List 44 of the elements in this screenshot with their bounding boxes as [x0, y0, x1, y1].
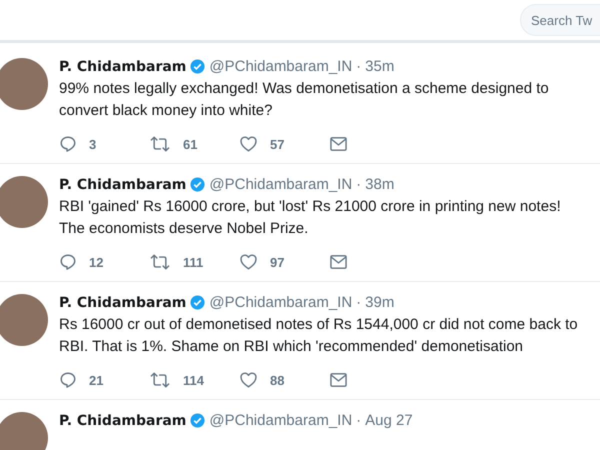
user-name[interactable]: P. Chidambaram — [59, 412, 186, 428]
tweet-time[interactable]: Aug 27 — [365, 412, 413, 429]
envelope-icon[interactable] — [329, 254, 348, 270]
avatar-photo-placeholder[interactable] — [0, 294, 48, 346]
heart-icon[interactable] — [239, 371, 258, 389]
envelope-icon[interactable] — [329, 136, 348, 152]
user-name[interactable]: P. Chidambaram — [59, 294, 186, 310]
separator-dot: · — [356, 58, 362, 75]
separator-dot: · — [356, 176, 362, 193]
retweet-count: 114 — [183, 372, 204, 388]
tweet-time[interactable]: 35m — [365, 58, 394, 75]
reply-count: 12 — [89, 254, 104, 270]
search-field[interactable]: Search Tw — [520, 4, 600, 36]
avatar-photo-placeholder[interactable] — [0, 176, 48, 228]
heart-icon[interactable] — [239, 135, 258, 153]
user-handle[interactable]: @PChidambaram_IN — [209, 58, 352, 75]
reply-icon[interactable] — [59, 253, 77, 271]
avatar-photo-placeholder[interactable] — [0, 58, 48, 110]
like-count: 97 — [270, 254, 284, 270]
user-name[interactable]: P. Chidambaram — [59, 176, 186, 192]
separator-dot: · — [356, 294, 362, 311]
retweet-icon[interactable] — [149, 135, 171, 153]
separator-dot: · — [356, 412, 362, 429]
retweet-icon[interactable] — [149, 371, 171, 389]
user-name[interactable]: P. Chidambaram — [59, 58, 186, 74]
like-count: 88 — [270, 372, 284, 388]
retweet-count: 61 — [183, 136, 198, 152]
like-count: 57 — [270, 136, 284, 152]
tweet-time[interactable]: 39m — [365, 294, 394, 311]
user-handle[interactable]: @PChidambaram_IN — [209, 294, 352, 311]
retweet-count: 111 — [183, 254, 204, 270]
tweet-time[interactable]: 38m — [365, 176, 394, 193]
reply-icon[interactable] — [59, 135, 77, 153]
reply-count: 3 — [89, 136, 96, 152]
retweet-icon[interactable] — [149, 253, 171, 271]
heart-icon[interactable] — [239, 253, 258, 271]
user-handle[interactable]: @PChidambaram_IN — [209, 176, 352, 193]
tweet-text: 99% notes legally exchanged! Was demonetisation a scheme designed to convert black money into white? — [59, 79, 550, 121]
tweet-text: RBI 'gained' Rs 16000 crore, but 'lost' Rs 21000 crore in printing new notes! The economists deserve Nobel Prize. — [59, 197, 562, 239]
envelope-icon[interactable] — [329, 372, 348, 388]
reply-count: 21 — [89, 372, 104, 388]
reply-icon[interactable] — [59, 371, 77, 389]
user-handle[interactable]: @PChidambaram_IN — [209, 412, 352, 429]
tweet-text: Rs 16000 cr out of demonetised notes of Rs 1544,000 cr did not come back to RBI. That is 1%. Shame on RBI which 'recommended' demonetisation — [59, 315, 579, 357]
